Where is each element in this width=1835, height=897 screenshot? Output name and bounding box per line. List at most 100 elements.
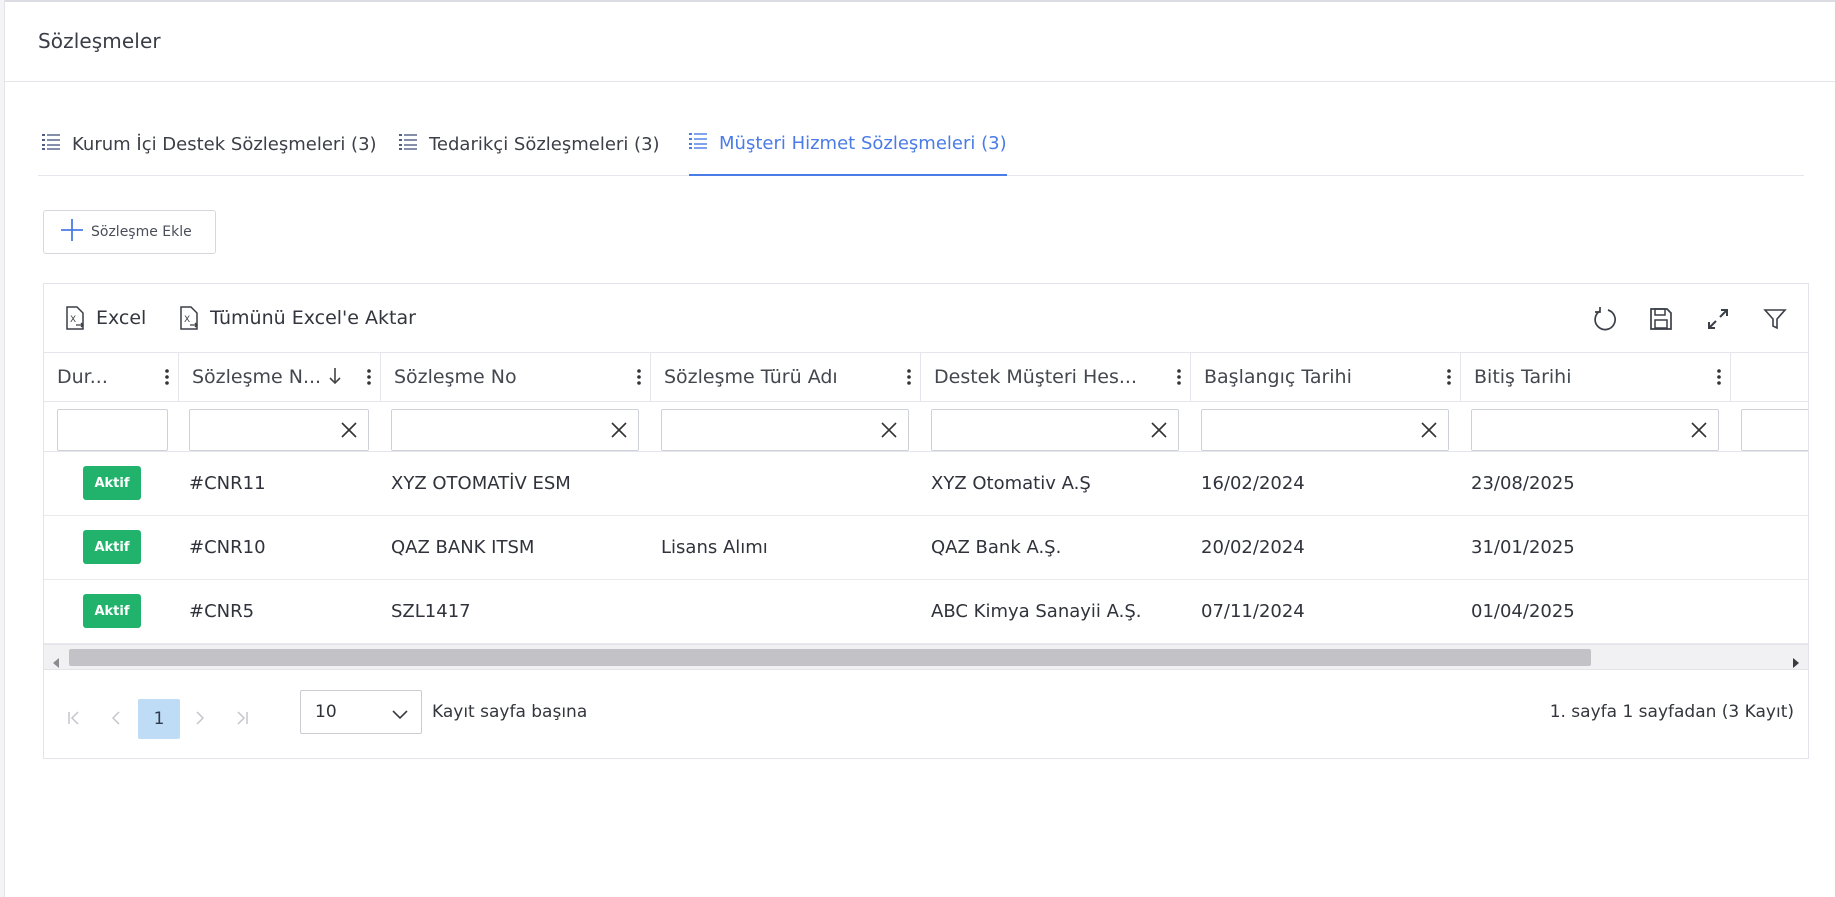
pagination: 1 10 Kayıt sayfa başına 1. sayfa 1 sayfa…	[44, 670, 1808, 758]
cell-customer: QAZ Bank A.Ş.	[931, 537, 1062, 558]
page-size-select[interactable]: 10	[300, 690, 422, 734]
sort-down-icon[interactable]	[328, 367, 342, 390]
status-filter-input[interactable]	[57, 409, 168, 451]
tab-label: Müşteri Hizmet Sözleşmeleri (3)	[719, 132, 1007, 154]
filter-text-field[interactable]	[662, 410, 875, 448]
last-page-icon[interactable]	[234, 710, 250, 726]
table-row[interactable]: Aktif #CNR11 XYZ OTOMATİV ESM XYZ Otomat…	[44, 452, 1808, 516]
status-badge: Aktif	[83, 466, 141, 500]
svg-text:X: X	[70, 315, 76, 325]
prev-page-icon[interactable]	[108, 710, 124, 726]
scrollbar-thumb[interactable]	[69, 649, 1591, 666]
filter-text-field[interactable]	[190, 410, 349, 448]
filter-text-field[interactable]	[1742, 410, 1808, 448]
cell-contract-id: #CNR5	[189, 601, 255, 622]
contract-type-filter-input[interactable]	[661, 409, 909, 451]
column-header-status[interactable]: Dur...	[44, 353, 179, 401]
first-page-icon[interactable]	[66, 710, 82, 726]
table-row[interactable]: Aktif #CNR10 QAZ BANK ITSM Lisans Alımı …	[44, 516, 1808, 580]
customer-filter-input[interactable]	[931, 409, 1179, 451]
filter-icon[interactable]	[1760, 304, 1790, 334]
grid-filter-row	[44, 402, 1808, 452]
clear-filter-icon[interactable]	[340, 421, 358, 443]
table-row[interactable]: Aktif #CNR5 SZL1417 ABC Kimya Sanayii A.…	[44, 580, 1808, 644]
column-menu-icon[interactable]	[1177, 368, 1181, 390]
column-menu-icon[interactable]	[637, 368, 641, 390]
cell-customer: XYZ Otomativ A.Ş	[931, 473, 1091, 494]
filter-text-field[interactable]	[392, 410, 605, 448]
cell-end-date: 31/01/2025	[1471, 537, 1575, 558]
column-header-contract-n[interactable]: Sözleşme N...	[179, 353, 381, 401]
tab-internal-support[interactable]: Kurum İçi Destek Sözleşmeleri (3)	[42, 112, 377, 176]
cell-contract-no: XYZ OTOMATİV ESM	[391, 473, 571, 494]
horizontal-scrollbar[interactable]	[44, 644, 1808, 670]
plus-icon	[59, 217, 85, 247]
page-size-value: 10	[315, 702, 337, 722]
add-contract-label: Sözleşme Ekle	[91, 224, 192, 240]
tab-label: Tedarikçi Sözleşmeleri (3)	[429, 133, 660, 155]
list-icon	[399, 133, 417, 156]
contract-no-filter-input[interactable]	[391, 409, 639, 451]
save-icon[interactable]	[1646, 304, 1676, 334]
excel-label: Excel	[96, 307, 147, 329]
filter-text-field[interactable]	[58, 410, 162, 448]
column-menu-icon[interactable]	[165, 368, 169, 390]
export-all-excel-button[interactable]: X Tümünü Excel'e Aktar	[178, 304, 416, 332]
excel-file-icon: X	[66, 306, 84, 330]
start-date-filter-input[interactable]	[1201, 409, 1449, 451]
end-date-filter-input[interactable]	[1471, 409, 1719, 451]
column-menu-icon[interactable]	[1717, 368, 1721, 390]
column-header-end-date[interactable]: Bitiş Tarihi	[1461, 353, 1731, 401]
tab-supplier[interactable]: Tedarikçi Sözleşmeleri (3)	[399, 112, 660, 176]
excel-export-button[interactable]: X Excel	[64, 304, 146, 332]
list-icon	[42, 133, 60, 156]
column-header-label: Dur...	[57, 366, 108, 388]
column-header-label: Destek Müşteri Hes...	[934, 366, 1137, 388]
page-size-label: Kayıt sayfa başına	[432, 702, 588, 722]
cell-start-date: 07/11/2024	[1201, 601, 1305, 622]
page-number-button[interactable]: 1	[138, 699, 180, 739]
column-header-support-customer[interactable]: Destek Müşteri Hes...	[921, 353, 1191, 401]
cell-contract-no: SZL1417	[391, 601, 471, 622]
clear-filter-icon[interactable]	[880, 421, 898, 443]
cell-contract-type: Lisans Alımı	[661, 537, 768, 558]
extra-filter-input[interactable]	[1741, 409, 1808, 451]
column-menu-icon[interactable]	[367, 368, 371, 390]
clear-filter-icon[interactable]	[1420, 421, 1438, 443]
add-contract-button[interactable]: Sözleşme Ekle	[43, 210, 216, 254]
status-badge: Aktif	[83, 594, 141, 628]
next-page-icon[interactable]	[192, 710, 208, 726]
grid-header-row: Dur... Sözleşme N... Sözleşme No Sözleşm…	[44, 352, 1808, 402]
tab-customer-service[interactable]: Müşteri Hizmet Sözleşmeleri (3)	[689, 112, 1007, 176]
status-badge: Aktif	[83, 530, 141, 564]
column-menu-icon[interactable]	[1447, 368, 1451, 390]
expand-icon[interactable]	[1703, 304, 1733, 334]
cell-contract-id: #CNR11	[189, 473, 266, 494]
column-menu-icon[interactable]	[907, 368, 911, 390]
column-header-start-date[interactable]: Başlangıç Tarihi	[1191, 353, 1461, 401]
page-title: Sözleşmeler	[38, 29, 161, 53]
cell-end-date: 23/08/2025	[1471, 473, 1575, 494]
column-header-contract-no[interactable]: Sözleşme No	[381, 353, 651, 401]
svg-text:X: X	[184, 315, 190, 325]
clear-filter-icon[interactable]	[1150, 421, 1168, 443]
contracts-grid: X Excel X Tümünü Excel'e Aktar Dur... Sö…	[43, 283, 1809, 759]
chevron-down-icon	[392, 705, 408, 725]
grid-toolbar: X Excel X Tümünü Excel'e Aktar	[44, 284, 1808, 352]
filter-text-field[interactable]	[1202, 410, 1415, 448]
filter-text-field[interactable]	[932, 410, 1145, 448]
filter-text-field[interactable]	[1472, 410, 1685, 448]
cell-contract-no: QAZ BANK ITSM	[391, 537, 535, 558]
cell-contract-id: #CNR10	[189, 537, 266, 558]
page-header: Sözleşmeler	[5, 2, 1835, 82]
contract-n-filter-input[interactable]	[189, 409, 369, 451]
column-header-contract-type[interactable]: Sözleşme Türü Adı	[651, 353, 921, 401]
clear-filter-icon[interactable]	[610, 421, 628, 443]
column-header-label: Sözleşme No	[394, 366, 517, 388]
clear-filter-icon[interactable]	[1690, 421, 1708, 443]
cell-end-date: 01/04/2025	[1471, 601, 1575, 622]
cell-start-date: 16/02/2024	[1201, 473, 1305, 494]
refresh-icon[interactable]	[1589, 304, 1619, 334]
tab-label: Kurum İçi Destek Sözleşmeleri (3)	[72, 133, 377, 155]
page-info: 1. sayfa 1 sayfadan (3 Kayıt)	[1549, 702, 1794, 722]
